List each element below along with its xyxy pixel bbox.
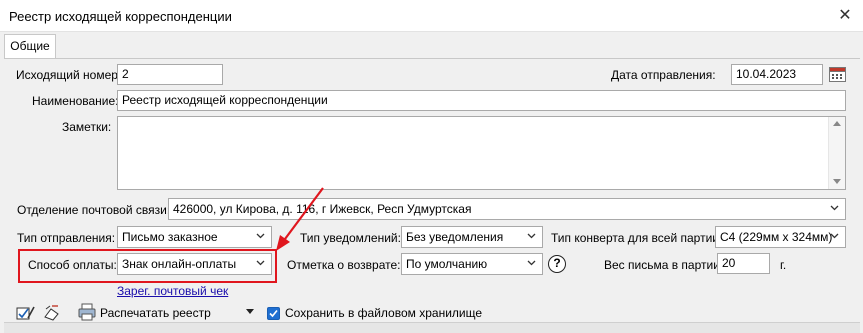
send-type-label: Тип отправления: <box>17 231 116 245</box>
send-date-label: Дата отправления: <box>611 68 716 82</box>
scroll-up-icon[interactable] <box>833 121 841 126</box>
help-icon[interactable]: ? <box>548 255 566 273</box>
notes-label: Заметки: <box>62 120 112 134</box>
envelope-type-select[interactable]: С4 (229мм x 324мм) <box>715 226 846 248</box>
scroll-down-icon[interactable] <box>833 179 841 184</box>
outgoing-number-field[interactable]: 2 <box>117 64 223 85</box>
outgoing-number-label: Исходящий номер: <box>16 68 122 82</box>
envelope-type-value: С4 (229мм x 324мм) <box>720 230 833 244</box>
send-type-value: Письмо заказное <box>122 230 218 244</box>
tab-general[interactable]: Общие <box>4 34 56 59</box>
printer-icon[interactable] <box>78 303 96 321</box>
window-title: Реестр исходящей корреспонденции <box>9 9 232 24</box>
bottom-bar <box>4 322 860 333</box>
checkmark-icon <box>269 309 278 318</box>
send-type-select[interactable]: Письмо заказное <box>117 226 272 248</box>
payment-method-value: Знак онлайн-оплаты <box>122 257 237 271</box>
close-icon[interactable]: ✕ <box>834 5 856 27</box>
name-field[interactable]: Реестр исходящей корреспонденции <box>117 90 846 111</box>
send-date-field[interactable]: 10.04.2023 <box>731 64 823 85</box>
chevron-down-icon <box>527 260 536 266</box>
envelope-type-label: Тип конверта для всей партии: <box>551 231 723 245</box>
payment-method-select[interactable]: Знак онлайн-оплаты <box>117 253 272 275</box>
tab-strip <box>0 32 863 59</box>
print-register-label[interactable]: Распечатать реестр <box>100 306 211 320</box>
post-office-label: Отделение почтовой связи: <box>17 203 171 217</box>
chevron-down-icon <box>830 205 839 211</box>
return-mark-select[interactable]: По умолчанию <box>401 253 543 275</box>
batch-weight-field[interactable]: 20 <box>717 253 770 274</box>
payment-method-label: Способ оплаты: <box>28 258 117 272</box>
batch-weight-unit: г. <box>780 258 787 272</box>
red-arrow-annotation <box>276 187 324 251</box>
batch-weight-label: Вес письма в партии: <box>604 258 724 272</box>
name-label: Наименование: <box>32 94 119 108</box>
notification-type-value: Без уведомления <box>406 230 504 244</box>
chevron-down-icon <box>256 233 265 239</box>
clear-icon[interactable] <box>43 305 61 321</box>
edit-check-icon[interactable] <box>16 305 36 321</box>
notification-type-select[interactable]: Без уведомления <box>401 226 543 248</box>
notes-scrollbar[interactable] <box>828 117 845 189</box>
return-mark-value: По умолчанию <box>406 257 488 271</box>
register-check-link[interactable]: Зарег. почтовый чек <box>117 284 228 298</box>
save-storage-label[interactable]: Сохранить в файловом хранилище <box>285 306 482 320</box>
print-dropdown-chevron-icon[interactable] <box>246 309 254 314</box>
notes-textarea[interactable] <box>117 116 846 190</box>
return-mark-label: Отметка о возврате: <box>287 258 401 272</box>
calendar-icon[interactable] <box>829 66 846 82</box>
save-storage-checkbox[interactable] <box>267 307 280 320</box>
chevron-down-icon <box>256 260 265 266</box>
chevron-down-icon <box>830 233 839 239</box>
chevron-down-icon <box>527 233 536 239</box>
